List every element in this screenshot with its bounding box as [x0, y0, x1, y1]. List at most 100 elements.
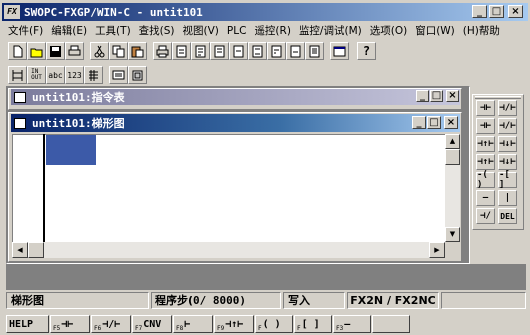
document-icon [252, 45, 263, 57]
tool-button-d[interactable] [229, 42, 248, 60]
menu-help[interactable]: (H)帮助 [459, 23, 504, 39]
device-button[interactable] [128, 66, 147, 84]
help-button[interactable]: ? [357, 42, 376, 60]
cut-button[interactable] [90, 42, 109, 60]
palette-horizontal-line[interactable]: — [476, 190, 495, 206]
menu-bar: 文件(F) 编辑(E) 工具(T) 查找(S) 视图(V) PLC 遥控(R) … [4, 23, 504, 39]
status-write: 写入 [283, 292, 345, 309]
paste-button[interactable] [128, 42, 147, 60]
scroll-down-button[interactable]: ▼ [445, 227, 460, 242]
palette-invert[interactable]: ⊣/ [476, 208, 495, 224]
fkey-f5-sub: F5 [53, 324, 61, 332]
palette-pulse-fall[interactable]: ⊣↓⊢ [498, 154, 517, 170]
menu-file[interactable]: 文件(F) [4, 23, 47, 39]
fkey-coil[interactable]: F( ) [255, 315, 293, 333]
ladder-mode-button[interactable] [8, 66, 27, 84]
document-icon [271, 45, 282, 57]
maximize-button[interactable]: □ [489, 5, 504, 18]
paste-icon [131, 46, 144, 57]
horizontal-scrollbar[interactable] [12, 242, 445, 258]
new-file-icon [13, 45, 23, 57]
fkey-f7[interactable]: F7 CNV [132, 315, 172, 333]
palette-parallel-no[interactable]: ⊣⊢ [476, 118, 495, 134]
copy-icon [112, 45, 125, 57]
fkey-f5[interactable]: F5 ⊣⊢ [50, 315, 90, 333]
status-steps-value: 0/ 8000) [193, 294, 247, 307]
scroll-up-button[interactable]: ▲ [445, 134, 460, 149]
fkey-f6[interactable]: F6 ⊣/⊢ [91, 315, 131, 333]
save-button[interactable] [46, 42, 65, 60]
scroll-thumb-h[interactable] [28, 242, 44, 258]
print-button-1[interactable] [65, 42, 84, 60]
tool-button-e[interactable] [248, 42, 267, 60]
left-power-rail [43, 134, 45, 242]
tool-button-c[interactable] [210, 42, 229, 60]
palette-vertical-line[interactable]: | [498, 190, 517, 206]
tool-button-a[interactable] [172, 42, 191, 60]
fkey-line[interactable]: F3— [333, 315, 371, 333]
question-mark-icon: ? [362, 44, 371, 58]
numeric-button[interactable]: 123 [65, 66, 84, 84]
scroll-right-button[interactable]: ▶ [429, 242, 445, 258]
tool-button-g[interactable] [286, 42, 305, 60]
minimize-button[interactable]: _ [472, 5, 487, 18]
status-steps: 程序步(0/ 8000) [151, 292, 281, 309]
palette-parallel-nc[interactable]: ⊣/⊢ [498, 118, 517, 134]
fkey-f9[interactable]: F9 ⊣↑⊢ [214, 315, 254, 333]
window-button[interactable] [330, 42, 349, 60]
menu-edit[interactable]: 编辑(E) [47, 23, 91, 39]
monitor-button[interactable] [109, 66, 128, 84]
ladder-title: untit101:梯形图 [32, 117, 125, 130]
fkey-coil-sub: F [258, 324, 262, 332]
fkey-help[interactable]: HELP [6, 315, 49, 333]
palette-delete[interactable]: DEL [498, 208, 517, 224]
fkey-blank[interactable] [372, 315, 410, 333]
palette-function[interactable]: -[ ] [498, 170, 517, 190]
menu-tools[interactable]: 工具(T) [91, 23, 135, 39]
ladder-minimize-button[interactable]: _ [412, 116, 426, 129]
menu-window[interactable]: 窗口(W) [411, 23, 459, 39]
new-file-button[interactable] [8, 42, 27, 60]
menu-find[interactable]: 查找(S) [135, 23, 179, 39]
menu-remote[interactable]: 遥控(R) [250, 23, 295, 39]
scissors-icon [94, 45, 105, 57]
document-icon [233, 45, 244, 57]
palette-rising-edge[interactable]: ⊣↑⊢ [476, 136, 495, 152]
in-out-button[interactable]: IN OUT [27, 66, 46, 84]
palette-grip [475, 96, 521, 99]
fkey-function-sub: F [297, 324, 301, 332]
palette-falling-edge[interactable]: ⊣↓⊢ [498, 136, 517, 152]
ladder-maximize-button[interactable]: □ [427, 116, 441, 129]
palette-contact-nc[interactable]: ⊣/⊢ [498, 100, 517, 116]
copy-button[interactable] [109, 42, 128, 60]
menu-monitor[interactable]: 监控/调试(M) [295, 23, 366, 39]
fkey-f8[interactable]: F8 ⊢ [173, 315, 213, 333]
menu-view[interactable]: 视图(V) [179, 23, 223, 39]
abc-button[interactable]: abc [46, 66, 65, 84]
fkey-line-sub: F3 [336, 324, 344, 332]
menu-plc[interactable]: PLC [223, 23, 251, 39]
instruction-list-titlebar: untit101:指令表 [11, 89, 460, 105]
instr-close-button[interactable]: × [446, 90, 459, 102]
fkey-function[interactable]: F[ ] [294, 315, 332, 333]
open-file-button[interactable] [27, 42, 46, 60]
palette-pulse-rise[interactable]: ⊣↑⊢ [476, 154, 495, 170]
ladder-close-button[interactable]: × [444, 116, 458, 129]
ladder-cursor[interactable] [46, 135, 96, 165]
instr-maximize-button[interactable]: □ [430, 90, 443, 102]
fkey-f8-label: ⊢ [184, 318, 191, 330]
grid-button[interactable] [84, 66, 103, 84]
palette-coil[interactable]: -( ) [476, 170, 495, 190]
palette-contact-no[interactable]: ⊣⊢ [476, 100, 495, 116]
fkey-f6-sub: F6 [94, 324, 102, 332]
close-button[interactable]: × [508, 5, 523, 18]
menu-options[interactable]: 选项(O) [366, 23, 411, 39]
instr-minimize-button[interactable]: _ [416, 90, 429, 102]
tool-button-h[interactable] [305, 42, 324, 60]
scroll-left-button[interactable]: ◀ [12, 242, 28, 258]
print-button[interactable] [153, 42, 172, 60]
window-icon [14, 91, 26, 103]
scroll-thumb-v[interactable] [445, 149, 460, 165]
tool-button-b[interactable] [191, 42, 210, 60]
tool-button-f[interactable] [267, 42, 286, 60]
